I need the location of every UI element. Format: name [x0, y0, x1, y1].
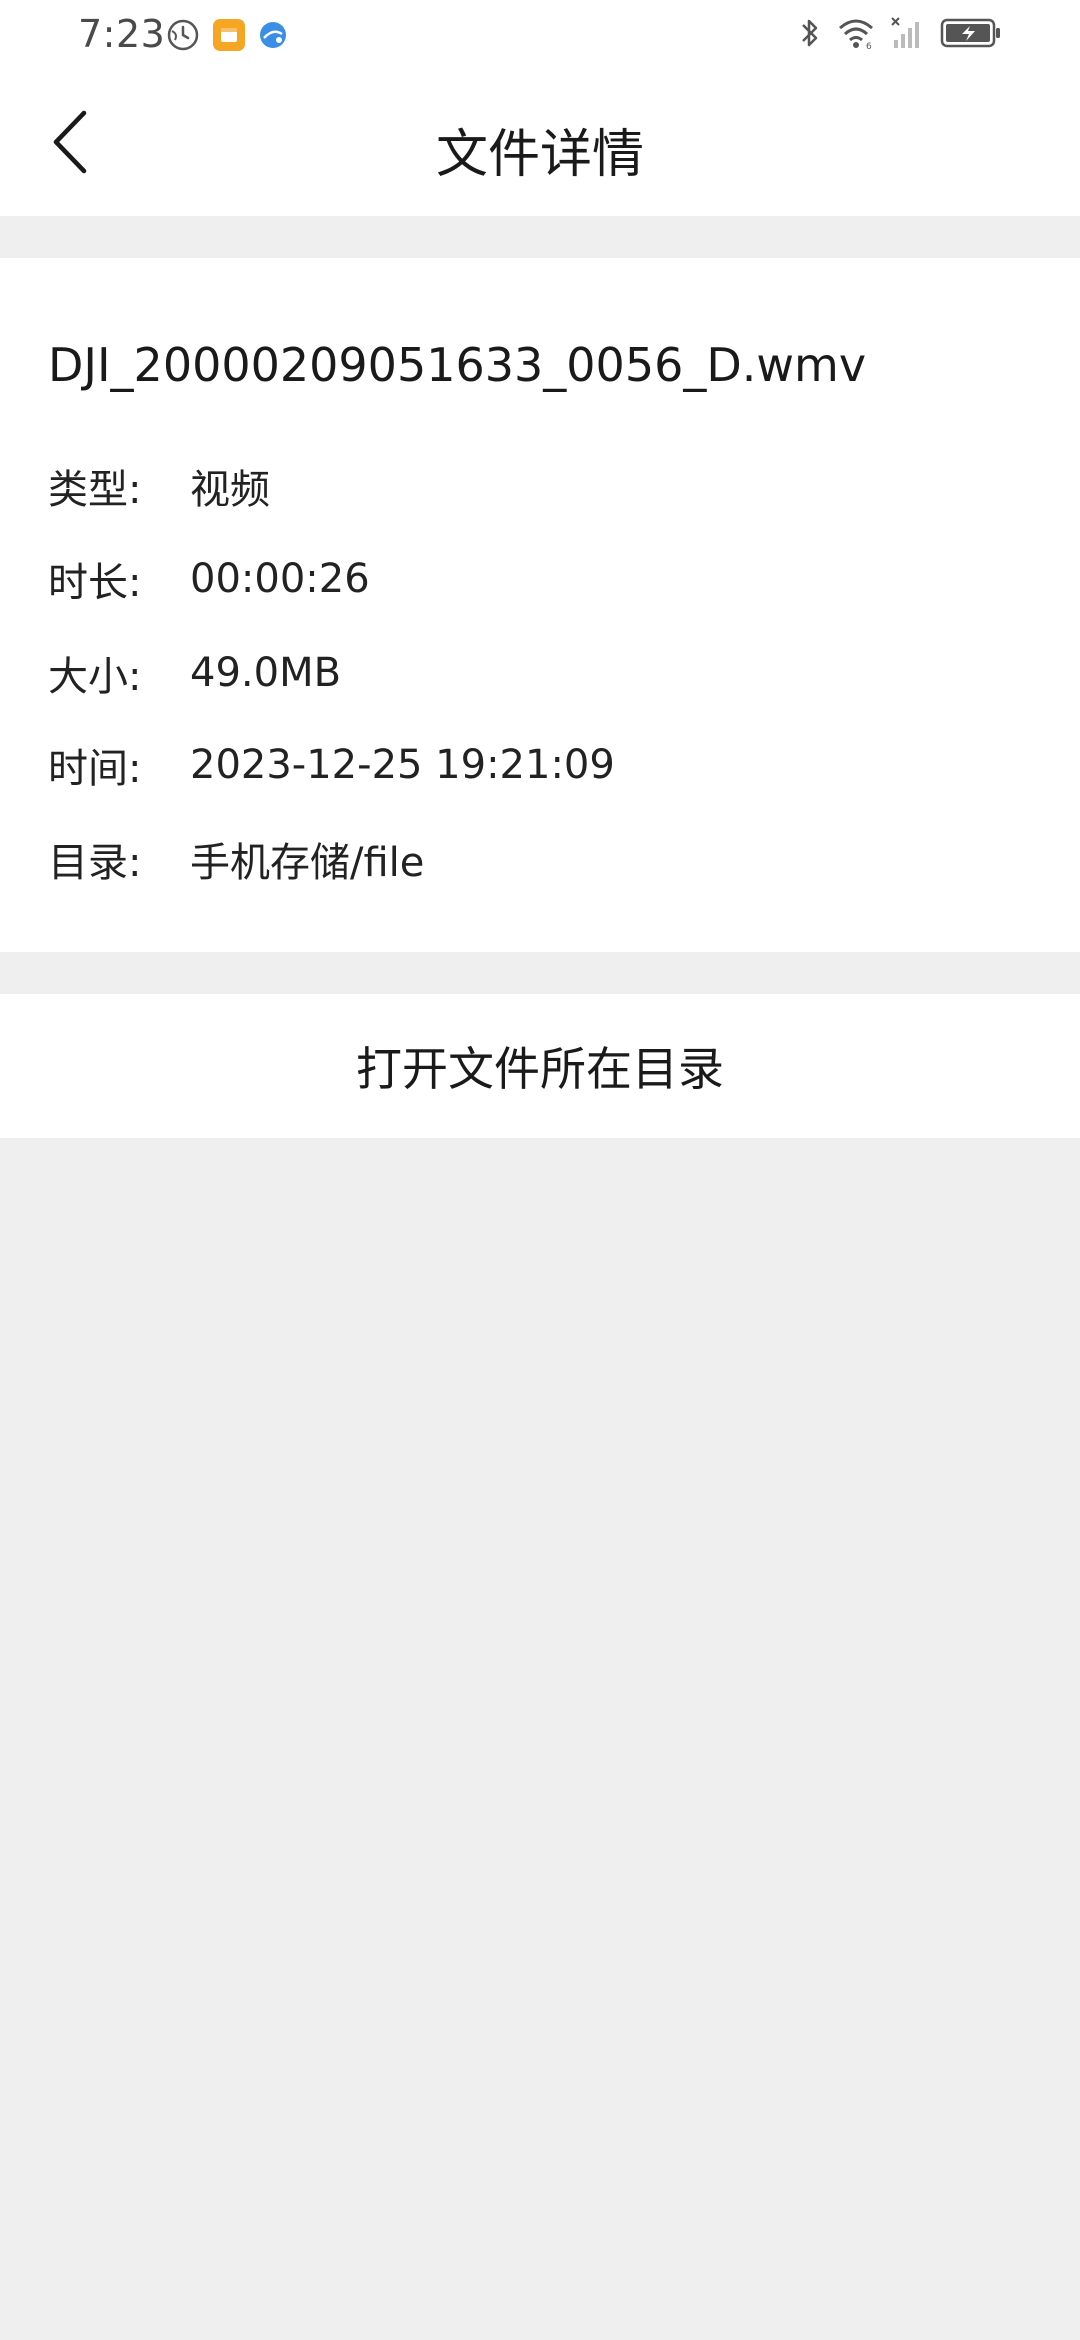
- detail-value: 49.0MB: [190, 650, 342, 696]
- page-title: 文件详情: [435, 125, 644, 185]
- detail-label: 大小:: [48, 654, 142, 700]
- detail-row-size: 大小: 49.0MB: [48, 644, 341, 702]
- detail-row-duration: 时长: 00:00:26: [48, 550, 370, 608]
- detail-row-time: 时间: 2023-12-25 19:21:09: [48, 736, 615, 794]
- status-left-icons: [166, 18, 288, 52]
- app-bar: 文件详情: [0, 72, 1080, 216]
- no-sim-signal-icon: [890, 16, 926, 50]
- bluetooth-icon: [798, 16, 822, 50]
- open-directory-button[interactable]: 打开文件所在目录: [0, 994, 1080, 1138]
- detail-label: 类型:: [48, 467, 142, 513]
- status-bar: 7:23 6: [0, 0, 1080, 72]
- detail-label: 时间:: [48, 746, 142, 792]
- file-name: DJI_20000209051633_0056_D.wmv: [48, 338, 867, 392]
- detail-label: 目录:: [48, 840, 142, 886]
- battery-charging-icon: [940, 16, 1002, 50]
- app-notification-icon: [212, 18, 246, 52]
- detail-value: 00:00:26: [190, 556, 370, 602]
- globe-clock-icon: [166, 18, 200, 52]
- wifi-icon: 6: [836, 16, 876, 50]
- detail-row-directory: 目录: 手机存储/file: [48, 830, 424, 888]
- detail-value: 2023-12-25 19:21:09: [190, 742, 615, 788]
- detail-label: 时长:: [48, 560, 142, 606]
- status-right-icons: 6: [798, 16, 1002, 50]
- detail-row-type: 类型: 视频: [48, 457, 270, 515]
- detail-value: 视频: [190, 467, 270, 513]
- file-details-card: DJI_20000209051633_0056_D.wmv 类型: 视频 时长:…: [0, 258, 1080, 952]
- detail-value: 手机存储/file: [190, 840, 425, 886]
- browser-icon: [258, 20, 288, 50]
- svg-text:6: 6: [866, 42, 872, 50]
- status-time: 7:23: [78, 12, 166, 56]
